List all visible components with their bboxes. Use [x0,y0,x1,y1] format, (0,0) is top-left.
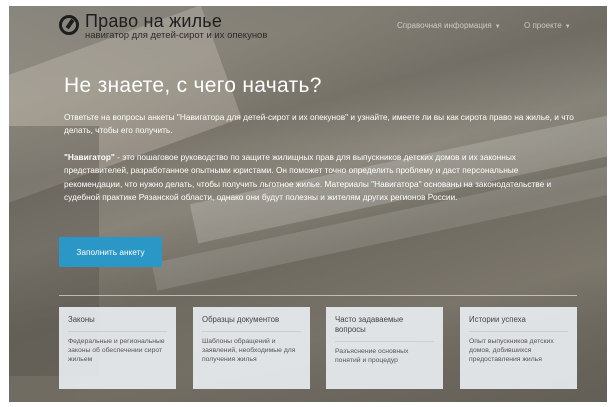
logo-title[interactable]: Право на жилье [85,11,222,32]
card-divider [202,331,301,332]
card-success-stories[interactable]: Истории успеха Опыт выпускников детских … [460,307,577,389]
nav-reference-info-label: Справочная информация [397,21,492,30]
nav-about-project[interactable]: О проекте ▼ [524,21,571,30]
card-description: Федеральные и региональные законы об обе… [68,338,165,363]
hero-title: Не знаете, с чего начать? [64,74,322,97]
card-description: Разъяснение основных понятий и процедур [335,348,409,364]
navigator-description: "Навигатор" - это пошаговое руководство … [64,151,574,205]
card-description: Опыт выпускников детских домов, добивших… [469,338,554,363]
card-title: Законы [68,315,95,324]
card-title: Часто задаваемые вопросы [335,315,404,334]
card-divider [335,341,434,342]
card-faq[interactable]: Часто задаваемые вопросы Разъяснение осн… [326,307,443,389]
card-title: Истории успеха [469,315,526,324]
card-title: Образцы документов [202,315,280,324]
caret-down-icon: ▼ [564,24,571,30]
logo-icon[interactable] [59,15,79,35]
card-divider [68,331,167,332]
divider [59,295,577,296]
card-description: Шаблоны обращений и заявлений, необходим… [202,338,296,363]
card-laws[interactable]: Законы Федеральные и региональные законы… [59,307,176,389]
logo-subtitle: навигатор для детей-сирот и их опекунов [85,30,268,41]
card-document-templates[interactable]: Образцы документов Шаблоны обращений и з… [193,307,310,389]
site-header: Право на жилье навигатор для детей-сирот… [9,6,607,46]
resource-cards: Законы Федеральные и региональные законы… [59,307,577,389]
caret-down-icon: ▼ [494,24,501,30]
page: Право на жилье навигатор для детей-сирот… [9,6,607,402]
navigator-name: "Навигатор" [64,152,115,162]
navigator-description-text: - это пошаговое руководство по защите жи… [64,152,552,203]
nav-reference-info[interactable]: Справочная информация ▼ [397,21,501,30]
card-divider [469,331,568,332]
intro-paragraph: Ответьте на вопросы анкеты "Навигатора д… [64,112,574,136]
nav-about-project-label: О проекте [524,21,562,30]
fill-questionnaire-button[interactable]: Заполнить анкету [59,237,162,267]
